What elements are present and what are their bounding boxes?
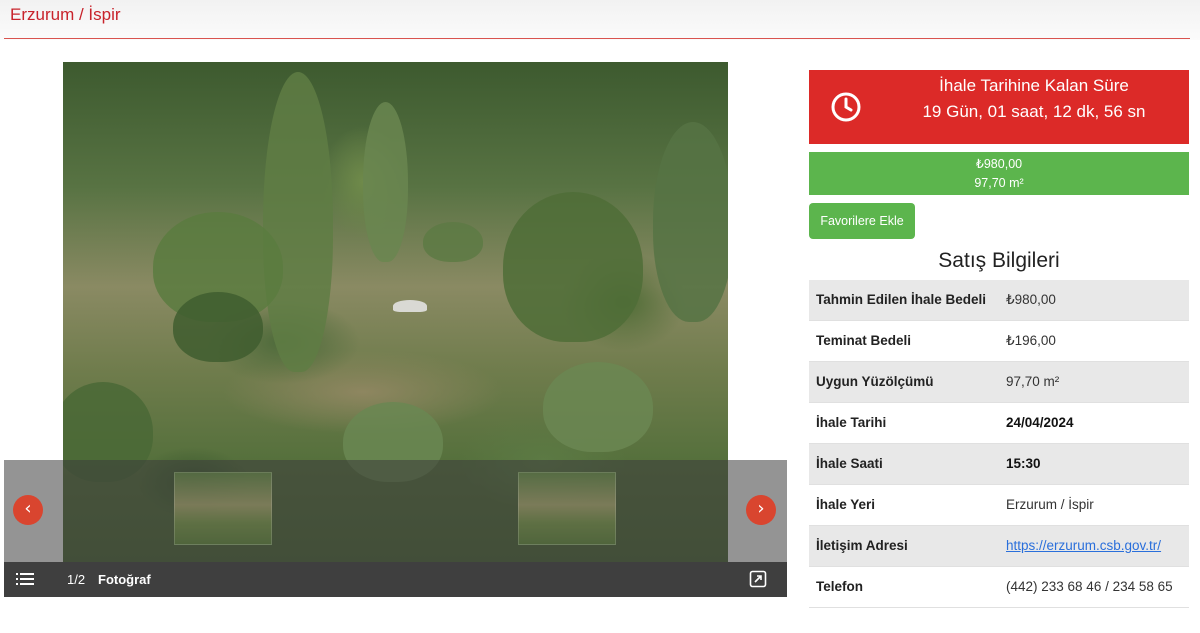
area-value: 97,70 m² bbox=[974, 176, 1024, 190]
sale-info-table: Tahmin Edilen İhale Bedeli ₺980,00 Temin… bbox=[809, 280, 1189, 608]
photo-counter: 1/2 bbox=[67, 572, 86, 587]
row-value: (442) 233 68 46 / 234 58 65 bbox=[1006, 579, 1173, 594]
contact-address-link[interactable]: https://erzurum.csb.gov.tr/ bbox=[1006, 538, 1161, 553]
table-row: Telefon (442) 233 68 46 / 234 58 65 bbox=[809, 567, 1189, 608]
row-key: Tahmin Edilen İhale Bedeli bbox=[816, 292, 987, 307]
row-value: 24/04/2024 bbox=[1006, 415, 1074, 430]
table-row: İletişim Adresi https://erzurum.csb.gov.… bbox=[809, 525, 1189, 567]
page-header: Erzurum / İspir bbox=[0, 0, 1200, 40]
thumbnail-2[interactable] bbox=[518, 472, 616, 545]
clock-icon bbox=[831, 92, 861, 122]
thumbnail-1[interactable] bbox=[174, 472, 272, 545]
fullscreen-icon[interactable] bbox=[749, 570, 767, 588]
price-summary: ₺980,00 97,70 m² bbox=[809, 152, 1189, 195]
header-divider bbox=[4, 38, 1190, 39]
photo-gallery: ‹ › 1/2 Fotoğraf bbox=[4, 62, 787, 597]
list-icon[interactable] bbox=[16, 571, 34, 587]
gallery-prev-button[interactable]: ‹ bbox=[13, 495, 43, 525]
row-value: 97,70 m² bbox=[1006, 374, 1060, 389]
row-key: Uygun Yüzölçümü bbox=[816, 374, 934, 389]
row-value: https://erzurum.csb.gov.tr/ bbox=[999, 526, 1189, 567]
table-row: İhale Saati 15:30 bbox=[809, 443, 1189, 485]
row-value: ₺980,00 bbox=[1006, 292, 1056, 307]
table-row: Teminat Bedeli ₺196,00 bbox=[809, 321, 1189, 362]
sale-info-title: Satış Bilgileri bbox=[938, 249, 1060, 272]
row-key: Telefon bbox=[816, 579, 863, 594]
price-value: ₺980,00 bbox=[975, 157, 1023, 171]
row-value: 15:30 bbox=[1006, 456, 1041, 471]
table-row: Uygun Yüzölçümü 97,70 m² bbox=[809, 361, 1189, 403]
row-value: ₺196,00 bbox=[1006, 333, 1056, 348]
chevron-left-icon: ‹ bbox=[24, 498, 32, 519]
row-key: Teminat Bedeli bbox=[816, 333, 912, 348]
countdown-remaining: 19 Gün, 01 saat, 12 dk, 56 sn bbox=[922, 102, 1146, 121]
row-value: Erzurum / İspir bbox=[1006, 497, 1094, 512]
gallery-next-button[interactable]: › bbox=[746, 495, 776, 525]
row-key: İhale Saati bbox=[816, 456, 883, 471]
table-row: Tahmin Edilen İhale Bedeli ₺980,00 bbox=[809, 280, 1189, 321]
row-key: İhale Tarihi bbox=[816, 415, 887, 430]
thumbnail-strip: ‹ › bbox=[4, 460, 787, 562]
countdown-title: İhale Tarihine Kalan Süre bbox=[939, 76, 1129, 95]
table-row: İhale Tarihi 24/04/2024 bbox=[809, 403, 1189, 444]
add-to-favorites-button[interactable]: Favorilere Ekle bbox=[809, 203, 915, 239]
row-key: İletişim Adresi bbox=[816, 538, 908, 553]
auction-countdown: İhale Tarihine Kalan Süre 19 Gün, 01 saa… bbox=[809, 70, 1189, 144]
location-title: Erzurum / İspir bbox=[10, 5, 121, 24]
chevron-right-icon: › bbox=[757, 498, 765, 519]
gallery-toolbar: 1/2 Fotoğraf bbox=[4, 562, 787, 597]
row-key: İhale Yeri bbox=[816, 497, 876, 512]
photo-caption: Fotoğraf bbox=[98, 572, 151, 587]
table-row: İhale Yeri Erzurum / İspir bbox=[809, 485, 1189, 526]
